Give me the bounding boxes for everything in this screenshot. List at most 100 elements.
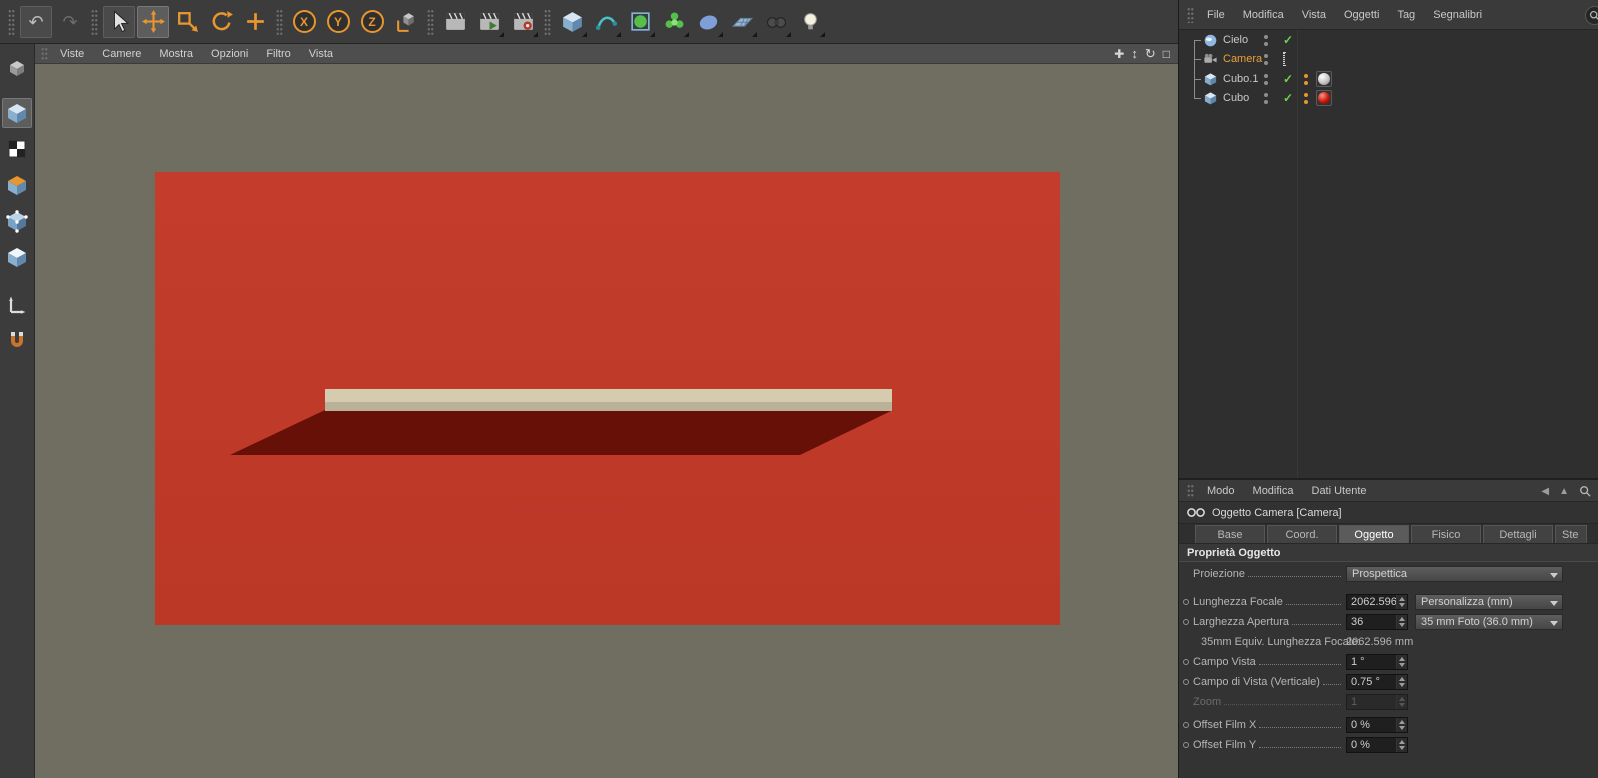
viewport-menu-viste[interactable]: Viste <box>51 48 93 60</box>
lock-x-axis-button[interactable]: X <box>288 6 320 38</box>
fov-vertical-input[interactable]: 0.75 ° <box>1346 674 1408 690</box>
object-name[interactable]: Cubo.1 <box>1223 73 1258 85</box>
enable-axis-button[interactable] <box>2 290 32 320</box>
add-light-button[interactable] <box>794 6 826 38</box>
film-preset-dropdown[interactable]: 35 mm Foto (36.0 mm) <box>1415 614 1563 630</box>
focal-length-preset-dropdown[interactable]: Personalizza (mm) <box>1415 594 1563 610</box>
viewport-menu-camere[interactable]: Camere <box>93 48 150 60</box>
viewport-orbit-icon[interactable] <box>1145 47 1156 60</box>
fov-horizontal-input[interactable]: 1 ° <box>1346 654 1408 670</box>
toolbar-drag-handle[interactable] <box>8 8 15 35</box>
tag-dots[interactable] <box>1304 93 1308 107</box>
points-mode-button[interactable] <box>2 206 32 236</box>
enabled-check-icon[interactable] <box>1283 73 1293 86</box>
om-drag-handle[interactable] <box>1187 6 1194 23</box>
spinner[interactable] <box>1396 655 1407 669</box>
model-mode-button[interactable] <box>2 98 32 128</box>
film-offset-y-input[interactable]: 0 % <box>1346 737 1408 753</box>
om-menu-vista[interactable]: Vista <box>1293 9 1335 21</box>
tab-base[interactable]: Base <box>1195 525 1265 543</box>
render-to-picture-viewer-button[interactable] <box>473 6 505 38</box>
viewport-menu-drag-handle[interactable] <box>41 46 48 61</box>
am-menu-modifica[interactable]: Modifica <box>1244 485 1303 497</box>
viewport-canvas[interactable] <box>35 64 1178 778</box>
snap-button[interactable] <box>2 326 32 356</box>
viewport-pan-icon[interactable] <box>1114 48 1124 60</box>
lock-z-axis-button[interactable]: Z <box>356 6 388 38</box>
spinner[interactable] <box>1396 738 1407 752</box>
lock-y-axis-button[interactable]: Y <box>322 6 354 38</box>
om-search-button[interactable] <box>1585 6 1598 25</box>
add-modifier-button[interactable] <box>658 6 690 38</box>
spinner[interactable] <box>1396 718 1407 732</box>
enabled-check-icon[interactable] <box>1283 34 1293 47</box>
spinner[interactable] <box>1396 615 1407 629</box>
keyframe-circle[interactable] <box>1183 722 1189 728</box>
viewport-dolly-icon[interactable] <box>1131 47 1138 60</box>
viewport-menu-mostra[interactable]: Mostra <box>150 48 202 60</box>
om-menu-segnalibri[interactable]: Segnalibri <box>1424 9 1491 21</box>
coordinate-system-button[interactable] <box>390 6 422 38</box>
render-view-button[interactable] <box>439 6 471 38</box>
add-deformer-button[interactable] <box>692 6 724 38</box>
keyframe-circle[interactable] <box>1183 742 1189 748</box>
object-row-cubo1[interactable]: Cubo.1 <box>1179 70 1598 89</box>
object-name[interactable]: Cubo <box>1223 92 1249 104</box>
toolbar-drag-handle[interactable] <box>544 8 551 35</box>
toolbar-drag-handle[interactable] <box>427 8 434 35</box>
material-tag-white[interactable] <box>1316 71 1332 87</box>
om-menu-oggetti[interactable]: Oggetti <box>1335 9 1388 21</box>
object-row-cubo[interactable]: Cubo <box>1179 89 1598 108</box>
toolbar-drag-handle[interactable] <box>91 8 98 35</box>
object-row-camera[interactable]: Camera <box>1179 50 1598 69</box>
undo-button[interactable] <box>20 5 52 38</box>
viewport-menu-filtro[interactable]: Filtro <box>257 48 299 60</box>
polygons-mode-button[interactable] <box>2 242 32 272</box>
last-tool-button[interactable] <box>239 6 271 38</box>
workplane-mode-button[interactable] <box>2 170 32 200</box>
visibility-dots[interactable] <box>1264 74 1268 88</box>
history-back-icon[interactable] <box>1541 485 1549 497</box>
add-cube-button[interactable] <box>556 6 588 38</box>
add-generator-button[interactable] <box>624 6 656 38</box>
keyframe-circle[interactable] <box>1183 619 1189 625</box>
spinner[interactable] <box>1396 675 1407 689</box>
tag-dots[interactable] <box>1304 74 1308 88</box>
texture-mode-button[interactable] <box>2 134 32 164</box>
focal-length-input[interactable]: 2062.596 <box>1346 594 1408 610</box>
visibility-dots[interactable] <box>1264 93 1268 107</box>
am-drag-handle[interactable] <box>1187 483 1194 498</box>
om-menu-modifica[interactable]: Modifica <box>1234 9 1293 21</box>
scale-tool-button[interactable] <box>171 6 203 38</box>
keyframe-circle[interactable] <box>1183 659 1189 665</box>
keyframe-circle[interactable] <box>1183 679 1189 685</box>
film-offset-x-input[interactable]: 0 % <box>1346 717 1408 733</box>
redo-button[interactable] <box>54 6 86 38</box>
rotate-tool-button[interactable] <box>205 6 237 38</box>
projection-dropdown[interactable]: Prospettica <box>1346 566 1563 582</box>
move-tool-button[interactable] <box>137 5 169 38</box>
toolbar-drag-handle[interactable] <box>276 8 283 35</box>
spinner[interactable] <box>1396 595 1407 609</box>
search-icon[interactable] <box>1579 485 1591 497</box>
object-name[interactable]: Camera <box>1223 53 1262 65</box>
om-menu-file[interactable]: File <box>1198 9 1234 21</box>
material-tag-red[interactable] <box>1316 90 1332 106</box>
viewport-menu-opzioni[interactable]: Opzioni <box>202 48 257 60</box>
enabled-check-icon[interactable] <box>1283 92 1293 105</box>
tab-fisico[interactable]: Fisico <box>1411 525 1481 543</box>
am-menu-modo[interactable]: Modo <box>1198 485 1244 497</box>
active-camera-toggle[interactable] <box>1283 52 1285 66</box>
add-camera-button[interactable] <box>760 6 792 38</box>
tab-coord[interactable]: Coord. <box>1267 525 1337 543</box>
viewport-maximize-icon[interactable] <box>1163 48 1170 60</box>
aperture-width-input[interactable]: 36 <box>1346 614 1408 630</box>
viewport-menu-vista[interactable]: Vista <box>300 48 342 60</box>
object-name[interactable]: Cielo <box>1223 34 1248 46</box>
make-editable-button[interactable] <box>2 54 32 84</box>
render-settings-button[interactable] <box>507 6 539 38</box>
parent-object-icon[interactable] <box>1559 485 1569 497</box>
add-floor-button[interactable] <box>726 6 758 38</box>
am-menu-dati-utente[interactable]: Dati Utente <box>1303 485 1376 497</box>
object-row-cielo[interactable]: Cielo <box>1179 31 1598 50</box>
